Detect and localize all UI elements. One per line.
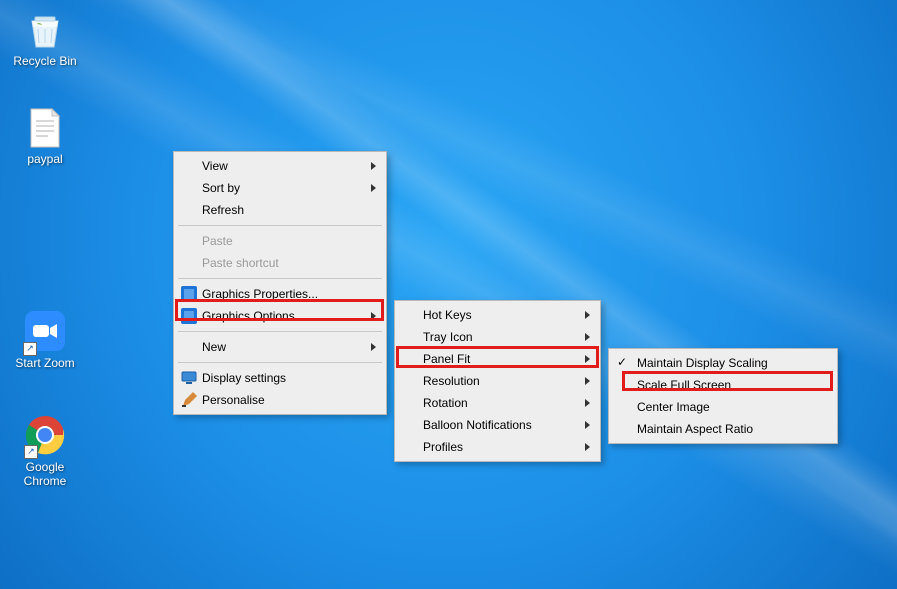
desktop-icon-paypal[interactable]: paypal xyxy=(6,106,84,166)
shortcut-overlay-icon: ↗ xyxy=(24,445,38,459)
menu-item-hot-keys[interactable]: Hot Keys xyxy=(397,304,598,326)
text-file-icon xyxy=(23,106,67,150)
menu-item-paste: Paste xyxy=(176,230,384,252)
zoom-icon: ↗ xyxy=(23,310,67,354)
menu-item-graphics-properties[interactable]: Graphics Properties... xyxy=(176,283,384,305)
background-rays xyxy=(0,0,897,589)
menu-item-tray-icon[interactable]: Tray Icon xyxy=(397,326,598,348)
context-menu-main: View Sort by Refresh Paste Paste shortcu… xyxy=(173,151,387,415)
recycle-bin-icon xyxy=(23,8,67,52)
menu-item-balloon-notifications[interactable]: Balloon Notifications xyxy=(397,414,598,436)
menu-item-scale-full-screen[interactable]: Scale Full Screen xyxy=(611,374,835,396)
menu-item-maintain-display-scaling[interactable]: ✓ Maintain Display Scaling xyxy=(611,352,835,374)
menu-item-display-settings[interactable]: Display settings xyxy=(176,367,384,389)
desktop-icon-label: Start Zoom xyxy=(6,356,84,370)
desktop-icon-label: paypal xyxy=(6,152,84,166)
desktop-icon-label: Recycle Bin xyxy=(6,54,84,68)
personalise-icon xyxy=(180,391,198,409)
context-menu-graphics-options: Hot Keys Tray Icon Panel Fit Resolution … xyxy=(394,300,601,462)
menu-item-maintain-aspect-ratio[interactable]: Maintain Aspect Ratio xyxy=(611,418,835,440)
menu-item-graphics-options[interactable]: Graphics Options xyxy=(176,305,384,327)
context-menu-panel-fit: ✓ Maintain Display Scaling Scale Full Sc… xyxy=(608,348,838,444)
menu-item-view[interactable]: View xyxy=(176,155,384,177)
menu-separator xyxy=(178,225,382,226)
desktop-icon-google-chrome[interactable]: ↗ Google Chrome xyxy=(6,414,84,488)
menu-item-new[interactable]: New xyxy=(176,336,384,358)
menu-separator xyxy=(178,331,382,332)
menu-item-rotation[interactable]: Rotation xyxy=(397,392,598,414)
menu-item-resolution[interactable]: Resolution xyxy=(397,370,598,392)
desktop-icon-label: Google Chrome xyxy=(6,460,84,488)
menu-separator xyxy=(178,362,382,363)
chrome-icon: ↗ xyxy=(23,414,67,458)
display-settings-icon xyxy=(180,369,198,387)
shortcut-overlay-icon: ↗ xyxy=(23,342,37,356)
menu-item-profiles[interactable]: Profiles xyxy=(397,436,598,458)
intel-graphics-icon xyxy=(180,307,198,325)
intel-graphics-icon xyxy=(180,285,198,303)
menu-item-center-image[interactable]: Center Image xyxy=(611,396,835,418)
menu-item-refresh[interactable]: Refresh xyxy=(176,199,384,221)
desktop-icon-recycle-bin[interactable]: Recycle Bin xyxy=(6,8,84,68)
menu-item-paste-shortcut: Paste shortcut xyxy=(176,252,384,274)
menu-item-panel-fit[interactable]: Panel Fit xyxy=(397,348,598,370)
menu-item-sort-by[interactable]: Sort by xyxy=(176,177,384,199)
check-icon: ✓ xyxy=(617,355,627,369)
desktop-icon-start-zoom[interactable]: ↗ Start Zoom xyxy=(6,310,84,370)
menu-item-personalise[interactable]: Personalise xyxy=(176,389,384,411)
menu-separator xyxy=(178,278,382,279)
